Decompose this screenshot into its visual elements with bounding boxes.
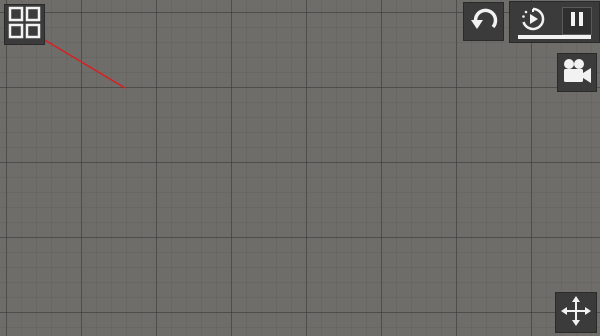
drag-line-segment <box>32 32 126 89</box>
camera-button[interactable] <box>557 53 597 92</box>
move-button[interactable] <box>555 292 597 333</box>
time-scale-bar[interactable] <box>518 35 591 39</box>
drag-line <box>29 29 126 89</box>
slow-motion-button[interactable] <box>518 6 548 36</box>
undo-button[interactable] <box>463 2 504 41</box>
time-scale-fill <box>518 35 591 39</box>
pause-button[interactable] <box>562 7 592 35</box>
slow-motion-icon <box>520 6 546 36</box>
move-arrows-icon <box>560 295 592 331</box>
undo-icon <box>469 7 499 37</box>
camera-icon <box>561 57 593 89</box>
toggle-grid-button[interactable] <box>4 4 45 45</box>
grid-icon <box>8 6 41 43</box>
sandbox-canvas[interactable] <box>0 0 600 336</box>
time-controls-panel <box>509 1 600 43</box>
pause-icon <box>570 11 584 31</box>
